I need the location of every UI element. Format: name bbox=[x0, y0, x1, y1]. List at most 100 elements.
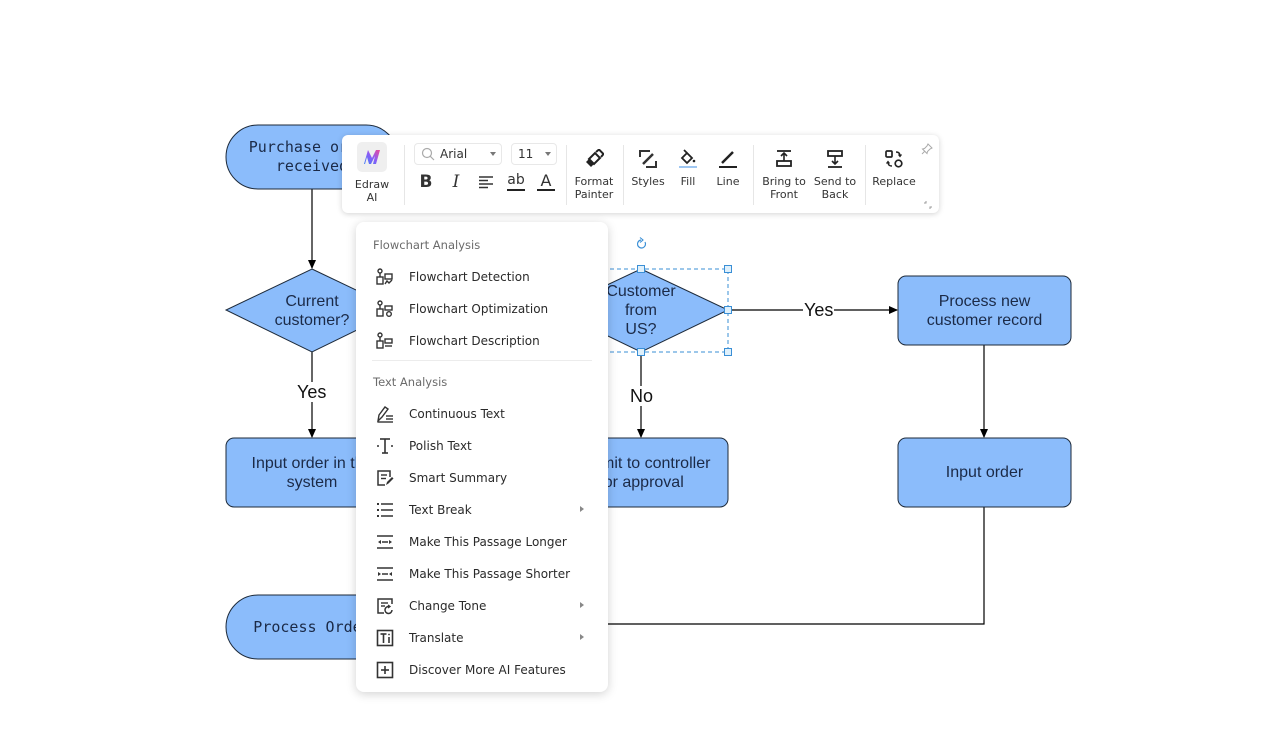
search-icon bbox=[421, 147, 435, 161]
fill-bucket-icon bbox=[676, 147, 700, 171]
menu-item-label: Flowchart Description bbox=[409, 334, 540, 348]
edraw-ai-button[interactable]: Edraw AI bbox=[348, 142, 396, 204]
menu-item-flowchart-description[interactable]: Flowchart Description bbox=[362, 326, 602, 356]
toolbar-divider bbox=[753, 145, 754, 205]
toolbar-divider bbox=[623, 145, 624, 205]
chevron-down-icon bbox=[545, 152, 551, 156]
menu-item-make-longer[interactable]: Make This Passage Longer bbox=[362, 527, 602, 557]
edraw-ai-menu: Flowchart Analysis Flowchart Detection F… bbox=[356, 222, 608, 692]
menu-item-label: Polish Text bbox=[409, 439, 472, 453]
chevron-down-icon bbox=[490, 152, 496, 156]
resize-handle-bottom[interactable] bbox=[637, 348, 645, 356]
resize-handle-bottom-right[interactable] bbox=[724, 348, 732, 356]
floating-toolbar: Edraw AI Arial 11 B I ab A Format Painte… bbox=[342, 135, 939, 213]
resize-handle-top[interactable] bbox=[637, 265, 645, 273]
make-shorter-icon bbox=[374, 563, 396, 585]
resize-handle-top-right[interactable] bbox=[724, 265, 732, 273]
connector-input-order-to-process-order[interactable] bbox=[600, 507, 985, 625]
translate-icon bbox=[374, 627, 396, 649]
menu-item-label: Flowchart Optimization bbox=[409, 302, 549, 316]
submenu-arrow-icon bbox=[580, 634, 584, 640]
align-button[interactable] bbox=[475, 171, 497, 193]
font-color-bar-icon bbox=[537, 189, 555, 191]
font-color-label: A bbox=[540, 171, 552, 190]
font-family-select[interactable]: Arial bbox=[414, 143, 502, 165]
menu-item-smart-summary[interactable]: Smart Summary bbox=[362, 463, 602, 493]
submenu-arrow-icon bbox=[580, 602, 584, 608]
menu-item-change-tone[interactable]: Change Tone bbox=[362, 591, 602, 621]
menu-item-continuous-text[interactable]: Continuous Text bbox=[362, 399, 602, 429]
menu-item-label: Flowchart Detection bbox=[409, 270, 530, 284]
menu-item-polish-text[interactable]: Polish Text bbox=[362, 431, 602, 461]
process-input-order[interactable] bbox=[897, 437, 1072, 508]
styles-label: Styles bbox=[631, 175, 665, 188]
send-to-back-icon bbox=[823, 147, 847, 171]
make-longer-icon bbox=[374, 531, 396, 553]
menu-item-label: Discover More AI Features bbox=[409, 663, 566, 677]
rotate-handle-icon[interactable] bbox=[636, 237, 647, 249]
menu-item-label: Translate bbox=[409, 631, 464, 645]
smart-summary-icon bbox=[374, 467, 396, 489]
edge-label-yes-right: Yes bbox=[803, 300, 835, 320]
menu-item-label: Change Tone bbox=[409, 599, 487, 613]
menu-item-translate[interactable]: Translate bbox=[362, 623, 602, 653]
styles-icon bbox=[636, 147, 660, 171]
underline-button[interactable]: ab bbox=[504, 171, 528, 193]
menu-item-make-shorter[interactable]: Make This Passage Shorter bbox=[362, 559, 602, 589]
styles-button[interactable]: Styles bbox=[630, 147, 666, 188]
collapse-icon[interactable] bbox=[922, 196, 934, 209]
send-to-back-label: Send to Back bbox=[813, 175, 857, 201]
menu-item-label: Make This Passage Shorter bbox=[409, 567, 571, 581]
replace-label: Replace bbox=[872, 175, 916, 188]
menu-item-label: Continuous Text bbox=[409, 407, 505, 421]
submenu-arrow-icon bbox=[580, 506, 584, 512]
bring-to-front-button[interactable]: Bring to Front bbox=[758, 147, 810, 201]
bring-to-front-label: Bring to Front bbox=[762, 175, 806, 201]
bring-to-front-icon bbox=[772, 147, 796, 171]
flowchart-detection-icon bbox=[374, 266, 396, 288]
format-painter-icon bbox=[582, 147, 606, 171]
bold-button[interactable]: B bbox=[415, 171, 437, 193]
toolbar-divider bbox=[404, 145, 405, 205]
font-color-button[interactable]: A bbox=[535, 171, 557, 193]
polish-text-icon bbox=[374, 435, 396, 457]
menu-item-label: Smart Summary bbox=[409, 471, 508, 485]
replace-icon bbox=[882, 147, 906, 171]
menu-item-label: Text Break bbox=[409, 503, 472, 517]
font-size-select[interactable]: 11 bbox=[511, 143, 557, 165]
menu-item-flowchart-optimization[interactable]: Flowchart Optimization bbox=[362, 294, 602, 324]
menu-item-text-break[interactable]: Text Break bbox=[362, 495, 602, 525]
fill-label: Fill bbox=[680, 175, 696, 188]
section-title-text-analysis: Text Analysis bbox=[373, 375, 448, 389]
font-size-value: 11 bbox=[518, 147, 534, 161]
resize-handle-right[interactable] bbox=[724, 306, 732, 314]
send-to-back-button[interactable]: Send to Back bbox=[810, 147, 860, 201]
discover-more-icon bbox=[374, 659, 396, 681]
fill-button[interactable]: Fill bbox=[674, 147, 702, 188]
text-break-icon bbox=[374, 499, 396, 521]
change-tone-icon bbox=[374, 595, 396, 617]
diagram-canvas[interactable] bbox=[0, 0, 1285, 748]
pin-icon[interactable] bbox=[921, 140, 935, 155]
menu-divider bbox=[372, 360, 592, 361]
line-label: Line bbox=[716, 175, 740, 188]
format-painter-button[interactable]: Format Painter bbox=[572, 147, 616, 201]
flowchart-optimization-icon bbox=[374, 298, 396, 320]
continuous-text-icon bbox=[374, 403, 396, 425]
line-pen-icon bbox=[716, 147, 740, 171]
format-painter-label: Format Painter bbox=[574, 175, 614, 201]
align-left-icon bbox=[479, 176, 493, 189]
section-title-flowchart-analysis: Flowchart Analysis bbox=[373, 238, 481, 252]
line-button[interactable]: Line bbox=[714, 147, 742, 188]
toolbar-divider bbox=[566, 145, 567, 205]
edge-label-no: No bbox=[629, 386, 655, 406]
replace-button[interactable]: Replace bbox=[870, 147, 918, 188]
menu-item-discover-more[interactable]: Discover More AI Features bbox=[362, 655, 602, 685]
process-new-customer-record[interactable] bbox=[897, 275, 1072, 346]
menu-item-flowchart-detection[interactable]: Flowchart Detection bbox=[362, 262, 602, 292]
edraw-ai-label: Edraw AI bbox=[354, 178, 390, 204]
edraw-ai-logo-icon bbox=[357, 142, 387, 172]
toolbar-divider bbox=[865, 145, 866, 205]
italic-button[interactable]: I bbox=[445, 171, 467, 193]
font-family-value: Arial bbox=[440, 147, 468, 161]
